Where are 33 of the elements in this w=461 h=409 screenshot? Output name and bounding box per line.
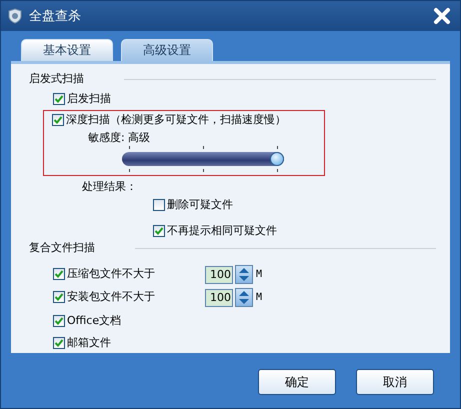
checkbox[interactable]: 安装包文件不大于 [53, 290, 155, 304]
shield-icon [7, 8, 23, 24]
check-icon [54, 316, 64, 326]
dialog-button[interactable]: 取消 [356, 369, 434, 395]
checkbox[interactable]: 启发扫描 [53, 92, 111, 106]
check-icon [53, 115, 63, 125]
size-field[interactable]: 100 [205, 266, 233, 284]
checkbox[interactable]: 压缩包文件不大于 [53, 267, 155, 281]
section-heading: 启发式扫描 [29, 72, 84, 86]
size-field[interactable]: 100 [205, 288, 233, 306]
checkbox[interactable]: Office文档 [53, 314, 122, 328]
sensitivity-slider[interactable] [122, 145, 284, 173]
section-heading: 复合文件扫描 [29, 241, 95, 255]
result-label: 处理结果： [82, 180, 137, 194]
checkbox[interactable]: 邮箱文件 [53, 336, 111, 350]
window-title: 全盘查杀 [29, 8, 82, 25]
spin-button[interactable] [235, 265, 253, 284]
check-icon [54, 292, 64, 302]
check-icon [54, 338, 64, 348]
tab[interactable]: 基本设置 [21, 39, 113, 61]
tab[interactable]: 高级设置 [121, 39, 213, 61]
check-icon [54, 94, 64, 104]
check-icon [154, 226, 164, 236]
checkbox[interactable]: 深度扫描（检测更多可疑文件，扫描速度慢） [52, 113, 286, 127]
spin-button[interactable] [235, 288, 253, 307]
unit-label: M [256, 269, 262, 280]
unit-label: M [256, 292, 262, 303]
dialog-button[interactable]: 确定 [258, 369, 336, 395]
checkbox[interactable]: 删除可疑文件 [153, 198, 233, 212]
slider-thumb[interactable] [270, 152, 284, 166]
sensitivity-label: 敏感度: 高级 [88, 131, 150, 145]
checkbox[interactable]: 不再提示相同可疑文件 [153, 224, 277, 238]
check-icon [54, 269, 64, 279]
